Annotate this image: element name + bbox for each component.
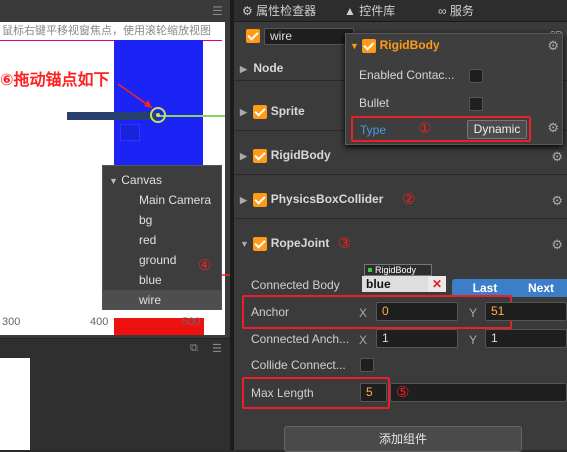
collapsed-arrow-icon: ▶ [240,64,247,74]
lower-panel [30,358,230,450]
next-button[interactable]: Next [508,279,567,297]
collapsed-arrow-icon: ▶ [240,107,247,117]
popup-rigidbody-checkbox[interactable] [362,38,377,53]
connected-anchor-y-input[interactable]: 1 [485,329,567,348]
sprite-checkbox[interactable] [253,104,268,119]
collide-connected-label: Collide Connect... [251,358,346,372]
max-length-input[interactable]: 5 [360,383,387,402]
menu-icon[interactable]: ☰ [212,0,223,22]
connected-anchor-x-label: X [359,333,368,347]
connected-anchor-y-label: Y [469,333,478,347]
node-name-input[interactable]: wire [264,28,354,45]
type-select[interactable]: Dynamic [467,120,527,139]
divider [234,218,567,219]
tree-item-canvas[interactable]: ▼ Canvas [103,170,221,190]
connected-anchor-x-input[interactable]: 1 [376,329,458,348]
gear-icon: ⚙ [242,4,253,18]
ropejoint-gear-icon[interactable]: ⚙ [551,237,563,253]
tab-inspector[interactable]: ⚙ 属性检查器 [242,0,316,22]
annotation-num-3: ③ [338,234,352,252]
menu-icon[interactable]: ☰ [212,342,222,355]
section-physics-box-collider[interactable]: ▶ PhysicsBoxCollider [240,188,383,210]
anchor-y-input[interactable]: 51 [485,302,567,321]
annotation-num-5: ⑤ [396,383,410,401]
connected-body-label: Connected Body [251,278,340,292]
ropejoint-checkbox[interactable] [253,236,268,251]
popup-header[interactable]: ▼ RigidBody [350,38,440,53]
collider-gear-icon[interactable]: ⚙ [551,193,563,209]
annotation-num-2: ② [402,190,416,208]
anchor-label: Anchor [251,305,290,319]
anchor-x-label: X [359,306,368,320]
tab-services[interactable]: ∞ 服务 [438,0,474,22]
status-dot-icon [368,268,372,272]
tree-item-main-camera[interactable]: Main Camera [103,190,221,210]
section-rigidbody[interactable]: ▶ RigidBody [240,144,331,166]
anchor-y-label: Y [469,306,478,320]
expand-arrow-icon[interactable]: ▼ [109,176,118,186]
annotation-num-1: ① [418,119,432,137]
anchor-x-input[interactable]: 0 [376,302,458,321]
collapsed-arrow-icon: ▶ [240,151,247,161]
expanded-arrow-icon: ▼ [240,239,249,249]
clear-body-icon[interactable]: ✕ [428,276,446,292]
annotation-num-4: ④ [198,256,212,274]
infinity-icon: ∞ [438,4,447,18]
tree-item-wire[interactable]: wire [103,290,221,310]
type-label: Type [360,123,387,137]
section-sprite[interactable]: ▶ Sprite [240,100,305,122]
tab-widget-library[interactable]: ▲ 控件库 [344,0,395,22]
max-length-slider-track[interactable] [390,383,567,402]
divider [234,174,567,175]
collider-checkbox[interactable] [253,192,268,207]
collide-connected-checkbox[interactable] [360,358,374,372]
section-node[interactable]: ▶ Node [240,57,283,79]
tree-item-red[interactable]: red [103,230,221,250]
connected-body-field[interactable]: blue [362,276,428,292]
triangle-icon: ▲ [344,4,356,18]
rigidbody-checkbox[interactable] [253,148,268,163]
rigidbody-gear-icon[interactable]: ⚙ [551,149,563,165]
rigidbody-tag: RigidBody [364,264,432,276]
inspector-tabbar: ⚙ 属性检查器 ▲ 控件库 ∞ 服务 ☰ [212,0,567,22]
bullet-checkbox[interactable] [469,97,483,111]
expanded-arrow-icon: ▼ [350,41,359,51]
section-rope-joint[interactable]: ▼ RopeJoint [240,232,329,254]
rigidbody-popup: ▼ RigidBody Enabled Contac... Bullet Typ… [345,33,563,145]
tree-item-bg[interactable]: bg [103,210,221,230]
max-length-label: Max Length [251,386,314,400]
collapsed-arrow-icon: ▶ [240,195,247,205]
connected-anchor-label: Connected Anch... [251,332,350,346]
node-active-checkbox[interactable] [246,29,260,43]
maximize-icon[interactable]: ⧉ [190,342,198,355]
lower-panel-white [0,358,30,450]
bullet-label: Bullet [359,96,390,110]
add-component-button[interactable]: 添加组件 [284,426,522,452]
lower-panel-bar: ⧉ ☰ [0,338,230,358]
enabled-contact-label: Enabled Contac... [359,68,455,82]
enabled-contact-checkbox[interactable] [469,69,483,83]
popup-gear-icon[interactable]: ⚙ [547,38,559,54]
popup-type-gear-icon[interactable]: ⚙ [547,120,559,136]
node-tree: ▼ Canvas Main Camera bg red ground blue … [102,165,222,310]
